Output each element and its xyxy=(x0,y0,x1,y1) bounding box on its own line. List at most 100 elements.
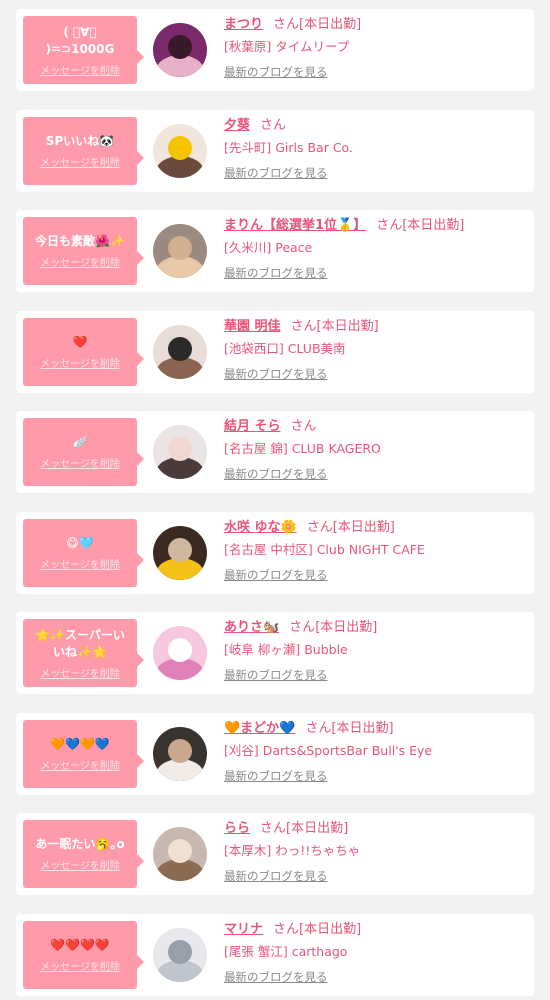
latest-blog-link[interactable]: 最新のブログを見る xyxy=(224,867,528,885)
cast-info: まつり さん[本日出勤] [秋葉原] タイムリープ 最新のブログを見る xyxy=(224,15,528,81)
avatar-photo xyxy=(153,425,207,479)
shop-label: [名古屋 錦] CLUB KAGERO xyxy=(224,441,381,456)
delete-message-link[interactable]: メッセージを削除 xyxy=(40,757,120,772)
message-bubble: SPいいね🐼 メッセージを削除 xyxy=(23,117,144,185)
name-line: 夕葵 さん xyxy=(224,116,528,136)
cast-name-link[interactable]: マリナ xyxy=(224,922,263,937)
name-line: まりん【総選挙1位🥇】 さん[本日出勤] xyxy=(224,216,528,236)
avatar[interactable] xyxy=(153,626,207,680)
message-text: 🌟✨スーパーい いね✨🌟 xyxy=(35,627,125,659)
cast-name-link[interactable]: らら xyxy=(224,821,250,836)
name-line: 華園 明佳 さん[本日出勤] xyxy=(224,317,528,337)
cast-card: ( ﾟ∀ﾟ )=⊃1000G メッセージを削除 まつり さん[本日出勤] [秋葉原… xyxy=(16,9,534,91)
cast-info: まりん【総選挙1位🥇】 さん[本日出勤] [久米川] Peace 最新のブログを見… xyxy=(224,216,528,282)
avatar[interactable] xyxy=(153,425,207,479)
cast-name-link[interactable]: 水咲 ゆな🌼 xyxy=(224,520,297,535)
cast-status: さん[本日出勤] xyxy=(260,821,349,836)
avatar-photo xyxy=(153,526,207,580)
cast-status: さん[本日出勤] xyxy=(376,218,465,233)
avatar-photo xyxy=(153,23,207,77)
delete-message-link[interactable]: メッセージを削除 xyxy=(40,254,120,269)
avatar[interactable] xyxy=(153,526,207,580)
shop-label: [尾張 蟹江] carthago xyxy=(224,944,348,959)
latest-blog-link[interactable]: 最新のブログを見る xyxy=(224,968,528,986)
cast-info: ありさ🐿️ さん[本日出勤] [岐阜 柳ヶ瀬] Bubble 最新のブログを見る xyxy=(224,618,528,684)
cast-status: さん[本日出勤] xyxy=(273,17,362,32)
avatar-photo xyxy=(153,124,207,178)
message-bubble: 🌟✨スーパーい いね✨🌟 メッセージを削除 xyxy=(23,619,144,687)
delete-message-link[interactable]: メッセージを削除 xyxy=(40,455,120,470)
cast-name-link[interactable]: ありさ🐿️ xyxy=(224,620,279,635)
avatar[interactable] xyxy=(153,325,207,379)
latest-blog-link[interactable]: 最新のブログを見る xyxy=(224,365,528,383)
delete-message-link[interactable]: メッセージを削除 xyxy=(40,958,120,973)
avatar[interactable] xyxy=(153,124,207,178)
cast-card: ❤️ メッセージを削除 華園 明佳 さん[本日出勤] [池袋西口] CLUB美南 … xyxy=(16,311,534,393)
latest-blog-link[interactable]: 最新のブログを見る xyxy=(224,566,528,584)
cast-card: 😋🩵 メッセージを削除 水咲 ゆな🌼 さん[本日出勤] [名古屋 中村区] Clu… xyxy=(16,512,534,594)
latest-blog-link[interactable]: 最新のブログを見る xyxy=(224,465,528,483)
delete-message-link[interactable]: メッセージを削除 xyxy=(40,62,120,77)
favorite-list: ( ﾟ∀ﾟ )=⊃1000G メッセージを削除 まつり さん[本日出勤] [秋葉原… xyxy=(0,0,550,1000)
avatar-photo xyxy=(153,626,207,680)
message-bubble: ( ﾟ∀ﾟ )=⊃1000G メッセージを削除 xyxy=(23,16,144,84)
cast-name-link[interactable]: 結月 そら xyxy=(224,419,281,434)
avatar[interactable] xyxy=(153,23,207,77)
latest-blog-link[interactable]: 最新のブログを見る xyxy=(224,164,528,182)
avatar[interactable] xyxy=(153,224,207,278)
cast-status: さん xyxy=(290,419,317,434)
latest-blog-link[interactable]: 最新のブログを見る xyxy=(224,63,528,81)
name-line: 🧡まどか💙 さん[本日出勤] xyxy=(224,719,528,739)
cast-info: 🧡まどか💙 さん[本日出勤] [刈谷] Darts&SportsBar Bull'… xyxy=(224,719,528,785)
latest-blog-link[interactable]: 最新のブログを見る xyxy=(224,666,528,684)
message-text: 😋🩵 xyxy=(66,536,94,550)
message-bubble: 🧡💙🧡💙 メッセージを削除 xyxy=(23,720,144,788)
name-line: ありさ🐿️ さん[本日出勤] xyxy=(224,618,528,638)
cast-card: 🌟✨スーパーい いね✨🌟 メッセージを削除 ありさ🐿️ さん[本日出勤] [岐阜 … xyxy=(16,612,534,694)
avatar-photo xyxy=(153,727,207,781)
cast-name-link[interactable]: 華園 明佳 xyxy=(224,319,281,334)
cast-card: 今日も素敵🌺✨ メッセージを削除 まりん【総選挙1位🥇】 さん[本日出勤] [久米… xyxy=(16,210,534,292)
delete-message-link[interactable]: メッセージを削除 xyxy=(40,665,120,680)
avatar-photo xyxy=(153,928,207,982)
cast-name-link[interactable]: 夕葵 xyxy=(224,118,250,133)
shop-label: [本厚木] わっ!!ちゃちゃ xyxy=(224,843,361,858)
latest-blog-link[interactable]: 最新のブログを見る xyxy=(224,767,528,785)
cast-info: らら さん[本日出勤] [本厚木] わっ!!ちゃちゃ 最新のブログを見る xyxy=(224,819,528,885)
message-bubble: ❤️ メッセージを削除 xyxy=(23,318,144,386)
delete-message-link[interactable]: メッセージを削除 xyxy=(40,154,120,169)
cast-status: さん[本日出勤] xyxy=(305,721,394,736)
avatar[interactable] xyxy=(153,827,207,881)
cast-status: さん[本日出勤] xyxy=(273,922,362,937)
delete-message-link[interactable]: メッセージを削除 xyxy=(40,556,120,571)
message-text: 🪽 xyxy=(72,435,88,449)
cast-name-link[interactable]: まりん【総選挙1位🥇】 xyxy=(224,218,366,233)
latest-blog-link[interactable]: 最新のブログを見る xyxy=(224,264,528,282)
shop-label: [久米川] Peace xyxy=(224,240,313,255)
cast-status: さん[本日出勤] xyxy=(290,319,379,334)
cast-info: 夕葵 さん [先斗町] Girls Bar Co. 最新のブログを見る xyxy=(224,116,528,182)
cast-card: 🪽 メッセージを削除 結月 そら さん [名古屋 錦] CLUB KAGERO 最… xyxy=(16,411,534,493)
cast-name-link[interactable]: まつり xyxy=(224,17,263,32)
name-line: マリナ さん[本日出勤] xyxy=(224,920,528,940)
message-text: ( ﾟ∀ﾟ )=⊃1000G xyxy=(45,24,115,56)
message-bubble: 😋🩵 メッセージを削除 xyxy=(23,519,144,587)
message-bubble: 今日も素敵🌺✨ メッセージを削除 xyxy=(23,217,144,285)
cast-status: さん[本日出勤] xyxy=(289,620,378,635)
name-line: まつり さん[本日出勤] xyxy=(224,15,528,35)
cast-info: 水咲 ゆな🌼 さん[本日出勤] [名古屋 中村区] Club NIGHT CAFE… xyxy=(224,518,528,584)
shop-label: [岐阜 柳ヶ瀬] Bubble xyxy=(224,642,348,657)
delete-message-link[interactable]: メッセージを削除 xyxy=(40,355,120,370)
message-text: ❤️❤️❤️❤️ xyxy=(50,938,110,952)
avatar-photo xyxy=(153,827,207,881)
avatar[interactable] xyxy=(153,727,207,781)
shop-label: [先斗町] Girls Bar Co. xyxy=(224,140,353,155)
delete-message-link[interactable]: メッセージを削除 xyxy=(40,857,120,872)
avatar[interactable] xyxy=(153,928,207,982)
cast-info: 華園 明佳 さん[本日出勤] [池袋西口] CLUB美南 最新のブログを見る xyxy=(224,317,528,383)
message-text: あー眠たい🥱｡o xyxy=(35,837,125,851)
cast-name-link[interactable]: 🧡まどか💙 xyxy=(224,721,295,736)
message-text: 今日も素敵🌺✨ xyxy=(35,234,125,248)
cast-status: さん[本日出勤] xyxy=(306,520,395,535)
shop-label: [刈谷] Darts&SportsBar Bull's Eye xyxy=(224,743,433,758)
